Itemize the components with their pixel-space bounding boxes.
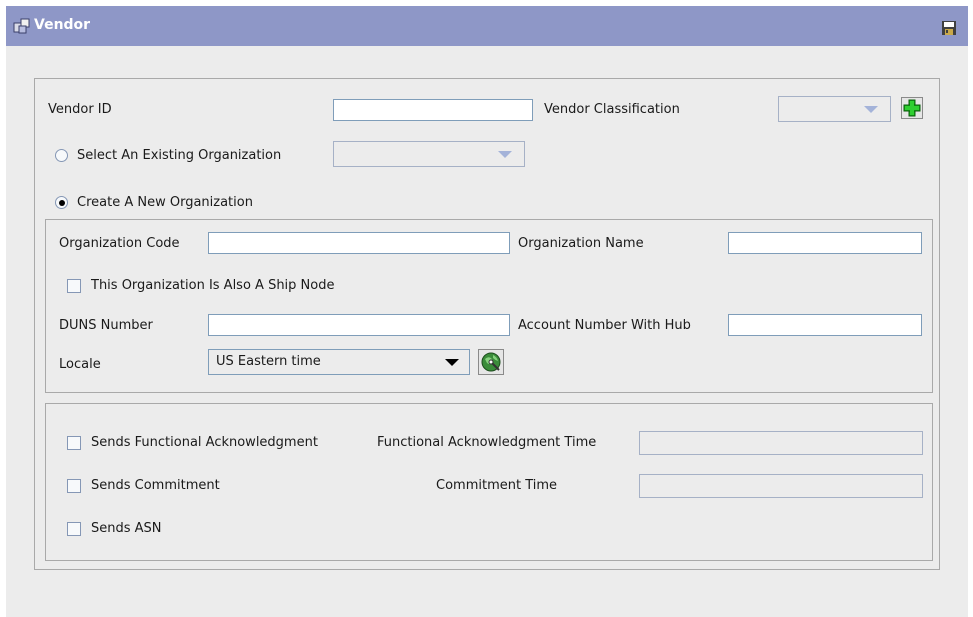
ship-node-checkbox[interactable] <box>67 279 81 293</box>
locale-label: Locale <box>59 357 101 372</box>
title-bar: Vendor <box>6 6 968 46</box>
sends-asn-checkbox[interactable] <box>67 522 81 536</box>
functional-ack-time-input <box>639 431 923 455</box>
duns-number-input[interactable] <box>208 314 510 336</box>
sends-commitment-checkbox[interactable] <box>67 479 81 493</box>
plus-icon <box>903 99 921 117</box>
sends-asn-label: Sends ASN <box>91 521 162 536</box>
vendor-form-panel: Vendor ID Vendor Classification Select A… <box>34 78 940 570</box>
locale-value: US Eastern time <box>216 354 321 369</box>
vendor-classification-select[interactable] <box>778 96 891 122</box>
globe-icon <box>481 352 501 372</box>
account-number-input[interactable] <box>728 314 922 336</box>
vendor-classification-label: Vendor Classification <box>544 102 680 117</box>
ship-node-label: This Organization Is Also A Ship Node <box>91 278 335 293</box>
functional-ack-time-label: Functional Acknowledgment Time <box>377 435 597 450</box>
save-icon[interactable] <box>941 20 957 36</box>
create-new-org-radio[interactable] <box>55 196 68 209</box>
duns-number-label: DUNS Number <box>59 318 153 333</box>
select-existing-org-label: Select An Existing Organization <box>77 148 282 163</box>
sends-commitment-label: Sends Commitment <box>91 478 220 493</box>
account-number-label: Account Number With Hub <box>518 318 691 333</box>
sends-functional-ack-checkbox[interactable] <box>67 436 81 450</box>
organization-name-input[interactable] <box>728 232 922 254</box>
sends-functional-ack-label: Sends Functional Acknowledgment <box>91 435 318 450</box>
commitment-time-input <box>639 474 923 498</box>
vendor-id-label: Vendor ID <box>48 102 112 117</box>
chevron-down-icon <box>445 359 459 366</box>
edi-options-group: Sends Functional Acknowledgment Function… <box>45 403 933 561</box>
locale-lookup-button[interactable] <box>478 349 504 375</box>
locale-select[interactable]: US Eastern time <box>208 349 470 375</box>
organization-name-label: Organization Name <box>518 236 644 251</box>
vendor-window: Vendor Vendor ID Vendor Classification S… <box>6 6 968 617</box>
vendor-icon <box>13 17 31 35</box>
add-classification-button[interactable] <box>901 97 923 119</box>
commitment-time-label: Commitment Time <box>436 478 558 493</box>
chevron-down-icon <box>864 106 878 113</box>
create-new-org-label: Create A New Organization <box>77 195 253 210</box>
existing-organization-select[interactable] <box>333 141 525 167</box>
organization-code-label: Organization Code <box>59 236 180 251</box>
select-existing-org-radio[interactable] <box>55 149 68 162</box>
new-organization-group: Organization Code Organization Name This… <box>45 219 933 393</box>
window-title: Vendor <box>34 17 91 33</box>
vendor-id-input[interactable] <box>333 99 533 121</box>
organization-code-input[interactable] <box>208 232 510 254</box>
chevron-down-icon <box>498 151 512 158</box>
